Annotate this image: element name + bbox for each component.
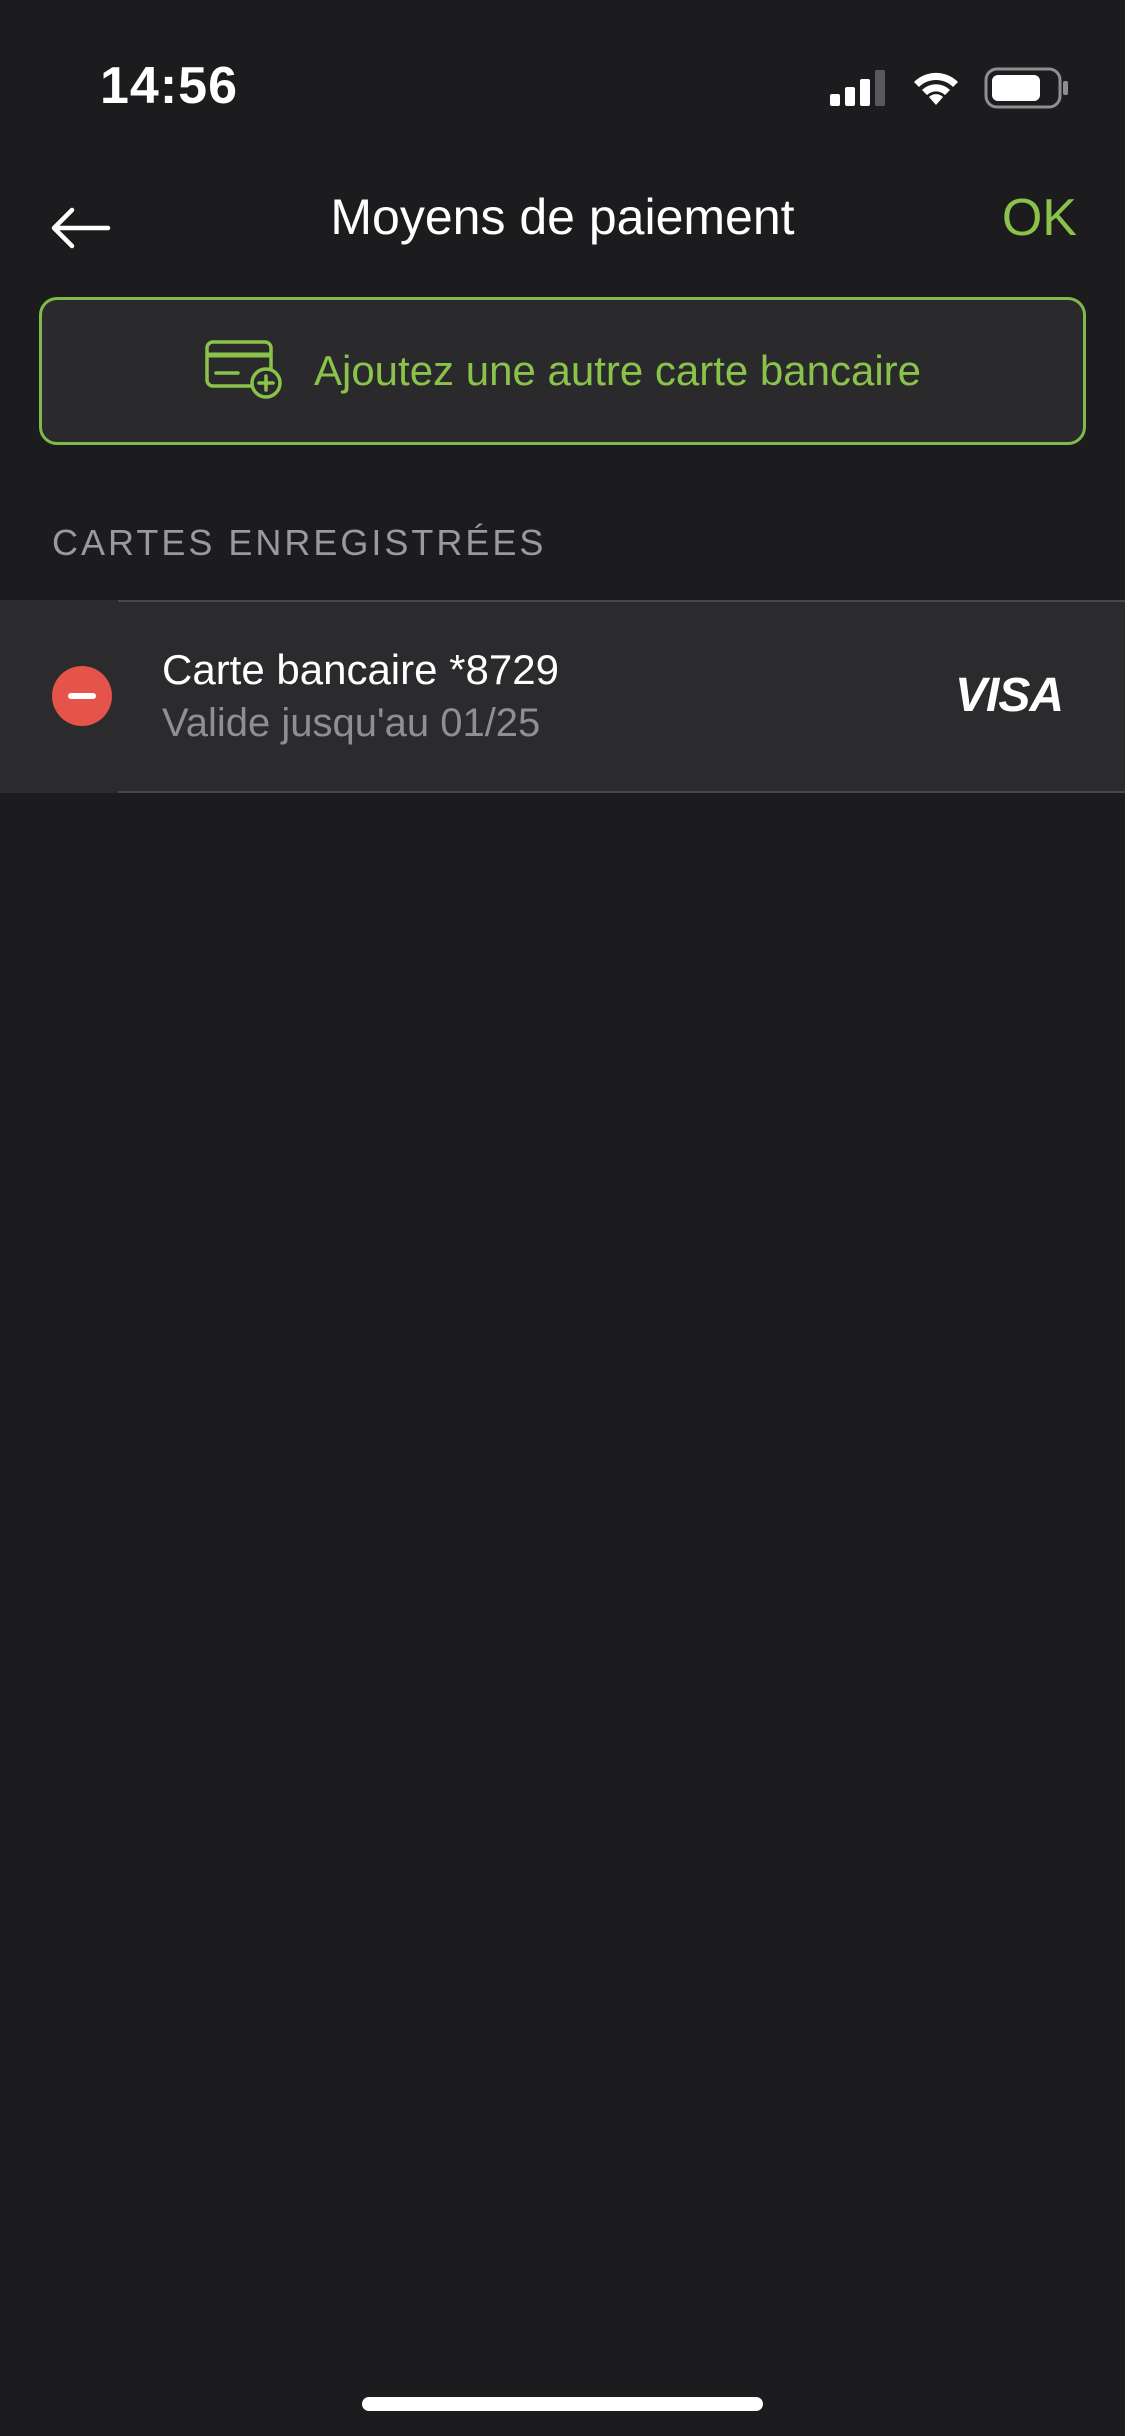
home-indicator [362, 2397, 763, 2411]
status-time: 14:56 [100, 57, 238, 115]
add-card-button[interactable]: Ajoutez une autre carte bancaire [39, 297, 1086, 445]
status-icons [830, 66, 1070, 110]
wifi-icon [910, 69, 962, 107]
battery-icon [984, 67, 1070, 109]
status-bar: 14:56 [0, 0, 1125, 170]
card-title: Carte bancaire *8729 [162, 646, 559, 693]
divider [118, 600, 1125, 602]
page-title: Moyens de paiement [330, 189, 795, 245]
cellular-signal-icon [830, 70, 888, 106]
add-card-label: Ajoutez une autre carte bancaire [313, 347, 922, 394]
delete-card-button[interactable] [52, 666, 112, 726]
visa-logo: VISA [954, 669, 1064, 722]
card-expiry: Valide jusqu'au 01/25 [162, 701, 541, 745]
navigation-bar: Moyens de paiement OK [0, 170, 1125, 290]
divider [118, 791, 1125, 793]
section-header-saved-cards: CARTES ENREGISTRÉES [52, 522, 547, 563]
credit-card-add-icon [204, 339, 284, 404]
ok-button[interactable]: OK [1002, 188, 1077, 248]
